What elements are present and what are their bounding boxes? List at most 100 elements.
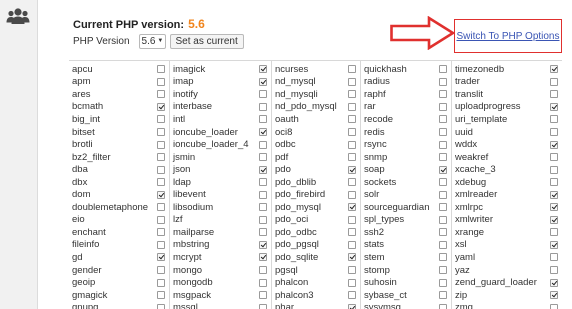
extension-checkbox[interactable] [157, 90, 165, 99]
extension-checkbox[interactable] [348, 240, 356, 249]
extension-checkbox[interactable] [259, 178, 267, 187]
extension-checkbox[interactable] [550, 115, 558, 124]
extension-checkbox[interactable] [157, 278, 165, 287]
extension-checkbox[interactable] [157, 240, 165, 249]
extension-checkbox[interactable] [439, 165, 447, 174]
extension-checkbox[interactable] [259, 115, 267, 124]
extension-checkbox[interactable] [259, 65, 267, 74]
extension-checkbox[interactable] [157, 228, 165, 237]
extension-checkbox[interactable] [439, 77, 447, 86]
extension-checkbox[interactable] [439, 253, 447, 262]
set-as-current-button[interactable]: Set as current [169, 33, 244, 49]
extension-checkbox[interactable] [259, 140, 267, 149]
extension-checkbox[interactable] [259, 253, 267, 262]
extension-checkbox[interactable] [348, 178, 356, 187]
extension-checkbox[interactable] [259, 228, 267, 237]
extension-checkbox[interactable] [550, 215, 558, 224]
extension-checkbox[interactable] [550, 102, 558, 111]
extension-checkbox[interactable] [439, 102, 447, 111]
extension-checkbox[interactable] [550, 203, 558, 212]
extension-checkbox[interactable] [439, 153, 447, 162]
extension-checkbox[interactable] [259, 190, 267, 199]
extension-checkbox[interactable] [157, 77, 165, 86]
extension-checkbox[interactable] [550, 240, 558, 249]
extension-checkbox[interactable] [348, 165, 356, 174]
extension-checkbox[interactable] [157, 203, 165, 212]
extension-checkbox[interactable] [259, 165, 267, 174]
extension-checkbox[interactable] [550, 291, 558, 300]
extension-checkbox[interactable] [259, 153, 267, 162]
extension-checkbox[interactable] [439, 190, 447, 199]
extension-checkbox[interactable] [348, 228, 356, 237]
extension-checkbox[interactable] [550, 278, 558, 287]
extension-checkbox[interactable] [550, 90, 558, 99]
extension-checkbox[interactable] [157, 115, 165, 124]
extension-checkbox[interactable] [259, 303, 267, 309]
extension-checkbox[interactable] [157, 140, 165, 149]
extension-checkbox[interactable] [550, 178, 558, 187]
extension-checkbox[interactable] [439, 203, 447, 212]
switch-to-php-options-link[interactable]: Switch To PHP Options [456, 31, 559, 42]
extension-checkbox[interactable] [439, 291, 447, 300]
extension-checkbox[interactable] [550, 253, 558, 262]
extension-checkbox[interactable] [157, 291, 165, 300]
extension-checkbox[interactable] [157, 266, 165, 275]
extension-checkbox[interactable] [259, 215, 267, 224]
extension-checkbox[interactable] [439, 240, 447, 249]
extension-checkbox[interactable] [348, 153, 356, 162]
extension-checkbox[interactable] [259, 240, 267, 249]
extension-checkbox[interactable] [259, 102, 267, 111]
extension-checkbox[interactable] [259, 278, 267, 287]
extension-checkbox[interactable] [550, 128, 558, 136]
extension-checkbox[interactable] [348, 278, 356, 287]
extension-checkbox[interactable] [157, 153, 165, 162]
extension-checkbox[interactable] [348, 128, 356, 136]
extension-checkbox[interactable] [550, 165, 558, 174]
extension-checkbox[interactable] [550, 190, 558, 199]
extension-checkbox[interactable] [550, 303, 558, 309]
extension-checkbox[interactable] [259, 291, 267, 300]
extension-checkbox[interactable] [348, 140, 356, 149]
extension-checkbox[interactable] [550, 228, 558, 237]
extension-checkbox[interactable] [439, 115, 447, 124]
extension-checkbox[interactable] [439, 65, 447, 74]
extension-checkbox[interactable] [550, 153, 558, 162]
extension-checkbox[interactable] [348, 253, 356, 262]
extension-checkbox[interactable] [259, 203, 267, 212]
extension-checkbox[interactable] [157, 303, 165, 309]
extension-checkbox[interactable] [348, 266, 356, 275]
extension-checkbox[interactable] [259, 266, 267, 275]
extension-checkbox[interactable] [550, 77, 558, 86]
extension-checkbox[interactable] [348, 102, 356, 111]
extension-checkbox[interactable] [157, 102, 165, 111]
extension-checkbox[interactable] [550, 140, 558, 149]
extension-checkbox[interactable] [348, 65, 356, 74]
extension-checkbox[interactable] [439, 228, 447, 237]
extension-checkbox[interactable] [348, 90, 356, 99]
extension-checkbox[interactable] [157, 215, 165, 224]
extension-checkbox[interactable] [259, 128, 267, 136]
extension-checkbox[interactable] [439, 90, 447, 99]
extension-checkbox[interactable] [157, 165, 165, 174]
users-icon[interactable] [6, 6, 30, 26]
extension-checkbox[interactable] [439, 178, 447, 187]
extension-checkbox[interactable] [157, 128, 165, 136]
extension-checkbox[interactable] [348, 77, 356, 86]
extension-checkbox[interactable] [348, 190, 356, 199]
extension-checkbox[interactable] [439, 266, 447, 275]
extension-checkbox[interactable] [157, 178, 165, 187]
extension-checkbox[interactable] [348, 291, 356, 300]
extension-checkbox[interactable] [439, 128, 447, 136]
php-version-select[interactable]: 5.6 ▼ [138, 33, 166, 49]
extension-checkbox[interactable] [157, 253, 165, 262]
extension-checkbox[interactable] [550, 65, 558, 74]
extension-checkbox[interactable] [439, 303, 447, 309]
extension-checkbox[interactable] [439, 140, 447, 149]
extension-checkbox[interactable] [348, 303, 356, 309]
extension-checkbox[interactable] [348, 115, 356, 124]
extension-checkbox[interactable] [348, 215, 356, 224]
extension-checkbox[interactable] [439, 215, 447, 224]
extension-checkbox[interactable] [550, 266, 558, 275]
extension-checkbox[interactable] [439, 278, 447, 287]
extension-checkbox[interactable] [157, 190, 165, 199]
